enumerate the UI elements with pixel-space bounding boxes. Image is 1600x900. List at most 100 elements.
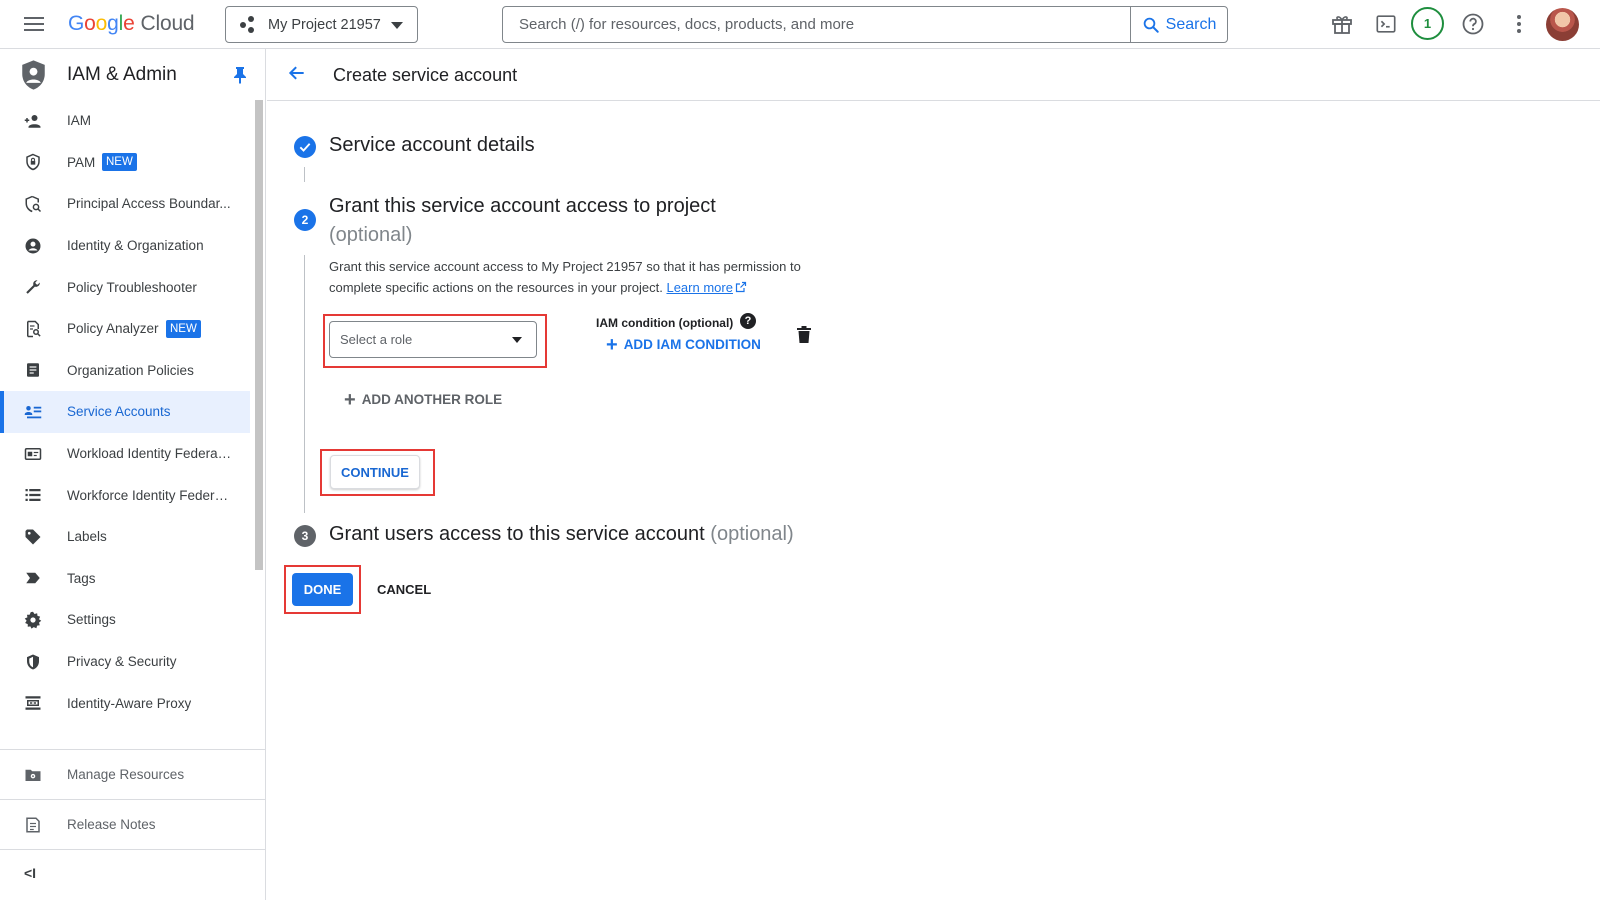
- logo-letter: o: [84, 12, 96, 35]
- open-in-new-icon: [735, 281, 747, 293]
- sidebar-item-release-notes[interactable]: Release Notes: [0, 802, 266, 847]
- sidebar-item-labels[interactable]: Labels: [0, 516, 250, 558]
- shield-lock-icon: [24, 153, 42, 171]
- shield-search-icon: [24, 195, 42, 213]
- sidebar-item-label: Policy Troubleshooter: [67, 279, 197, 295]
- list-icon: [24, 486, 42, 504]
- learn-more-label: Learn more: [666, 280, 733, 295]
- step-connector: [304, 167, 305, 182]
- proxy-icon: [24, 694, 42, 712]
- sidebar-item-identity-aware-proxy[interactable]: Identity-Aware Proxy: [0, 682, 250, 724]
- step-connector: [304, 255, 305, 513]
- help-icon[interactable]: ?: [740, 313, 756, 329]
- sidebar-item-identity-organization[interactable]: Identity & Organization: [0, 225, 250, 267]
- chevron-down-icon: [512, 337, 522, 343]
- step-2-optional: (optional): [329, 224, 413, 246]
- iam-shield-icon: [22, 60, 45, 90]
- step-2-title: Grant this service account access to pro…: [329, 192, 789, 250]
- sidebar-item-label: Release Notes: [67, 817, 156, 832]
- gift-icon[interactable]: [1329, 11, 1355, 37]
- more-vert-icon[interactable]: [1506, 11, 1532, 37]
- sidebar-item-service-accounts[interactable]: Service Accounts: [0, 391, 250, 433]
- search-button[interactable]: Search: [1130, 7, 1227, 42]
- iam-condition-label: IAM condition (optional): [596, 316, 734, 330]
- label-arrow-icon: [24, 569, 42, 587]
- sidebar-item-policy-troubleshooter[interactable]: Policy Troubleshooter: [0, 266, 250, 308]
- sidebar-scrollbar[interactable]: [255, 100, 263, 570]
- sidebar-item-iam[interactable]: IAM: [0, 100, 250, 142]
- step-complete-icon: [294, 136, 316, 158]
- sidebar-item-label: Service Accounts: [67, 404, 171, 420]
- step-3-number: 3: [294, 525, 316, 547]
- sidebar-item-workload-identity-federation[interactable]: Workload Identity Federat...: [0, 433, 250, 475]
- account-circle-icon: [24, 237, 42, 255]
- notifications-badge[interactable]: 1: [1411, 7, 1444, 40]
- sidebar-item-label: Policy Analyzer: [67, 321, 159, 337]
- project-icon: [240, 15, 258, 34]
- step-2-description: Grant this service account access to My …: [329, 256, 839, 298]
- step-3-title[interactable]: Grant users access to this service accou…: [329, 523, 794, 546]
- step-1-title[interactable]: Service account details: [329, 134, 535, 157]
- back-arrow-icon[interactable]: [287, 63, 307, 83]
- plus-icon: +: [606, 333, 618, 356]
- logo-letter: g: [107, 12, 119, 35]
- logo-letter: G: [68, 12, 85, 35]
- person-add-icon: [24, 112, 42, 130]
- new-badge: NEW: [166, 319, 201, 338]
- folder-gear-icon: [24, 766, 42, 784]
- sidebar-item-label: Privacy & Security: [67, 654, 177, 670]
- divider: [0, 799, 266, 800]
- step-3-title-text: Grant users access to this service accou…: [329, 523, 705, 545]
- collapse-sidebar-button[interactable]: <I: [24, 865, 36, 881]
- sidebar-item-label: IAM: [67, 113, 92, 129]
- sidebar-item-label: Tags: [67, 570, 96, 586]
- document-search-icon: [24, 320, 42, 338]
- sidebar: IAM & Admin IAM PAM NEW Principal Access…: [0, 49, 266, 900]
- help-icon[interactable]: [1460, 11, 1486, 37]
- sidebar-item-label: Labels: [67, 529, 107, 545]
- pin-icon[interactable]: [233, 66, 247, 84]
- sidebar-item-principal-access-boundary[interactable]: Principal Access Boundar...: [0, 183, 250, 225]
- sidebar-nav: IAM PAM NEW Principal Access Boundar... …: [0, 100, 250, 724]
- add-iam-condition-button[interactable]: + ADD IAM CONDITION: [606, 333, 761, 356]
- sidebar-item-pam[interactable]: PAM NEW: [0, 142, 250, 184]
- sidebar-item-settings[interactable]: Settings: [0, 599, 250, 641]
- project-name: My Project 21957: [268, 16, 381, 33]
- continue-button[interactable]: CONTINUE: [330, 455, 420, 489]
- step-2-title-text: Grant this service account access to pro…: [329, 195, 716, 217]
- sidebar-item-tags[interactable]: Tags: [0, 558, 250, 600]
- done-button[interactable]: DONE: [292, 573, 353, 606]
- add-another-role-button[interactable]: + ADD ANOTHER ROLE: [344, 388, 502, 411]
- project-picker[interactable]: My Project 21957: [225, 6, 418, 43]
- tag-icon: [24, 528, 42, 546]
- sidebar-item-manage-resources[interactable]: Manage Resources: [0, 752, 266, 797]
- delete-icon[interactable]: [797, 326, 811, 343]
- search-bar: Search: [502, 6, 1228, 43]
- cloud-shell-icon[interactable]: [1373, 11, 1399, 37]
- sidebar-item-privacy-security[interactable]: Privacy & Security: [0, 641, 250, 683]
- sidebar-item-organization-policies[interactable]: Organization Policies: [0, 350, 250, 392]
- sidebar-title: IAM & Admin: [67, 64, 177, 85]
- main-menu-icon[interactable]: [24, 14, 46, 34]
- gear-icon: [24, 611, 42, 629]
- page-header: Create service account: [267, 49, 1600, 101]
- sidebar-item-label: Workload Identity Federat...: [67, 446, 232, 462]
- sidebar-item-label: Manage Resources: [67, 767, 185, 782]
- sidebar-item-label: Identity & Organization: [67, 238, 204, 254]
- search-icon: [1143, 17, 1159, 33]
- document-icon: [24, 361, 42, 379]
- sidebar-item-policy-analyzer[interactable]: Policy Analyzer NEW: [0, 308, 250, 350]
- cancel-button[interactable]: CANCEL: [371, 573, 437, 606]
- chevron-down-icon: [391, 22, 403, 29]
- google-cloud-logo[interactable]: Google Cloud: [68, 12, 195, 36]
- step-2-number: 2: [294, 209, 316, 231]
- plus-icon: +: [344, 388, 356, 411]
- learn-more-link[interactable]: Learn more: [666, 280, 747, 295]
- release-notes-icon: [24, 816, 42, 834]
- sidebar-item-workforce-identity-federation[interactable]: Workforce Identity Federa...: [0, 474, 250, 516]
- role-select[interactable]: Select a role: [329, 321, 537, 358]
- divider: [0, 849, 266, 850]
- avatar[interactable]: [1546, 8, 1579, 41]
- sidebar-item-label: PAM: [67, 154, 96, 170]
- search-input[interactable]: [503, 7, 1130, 42]
